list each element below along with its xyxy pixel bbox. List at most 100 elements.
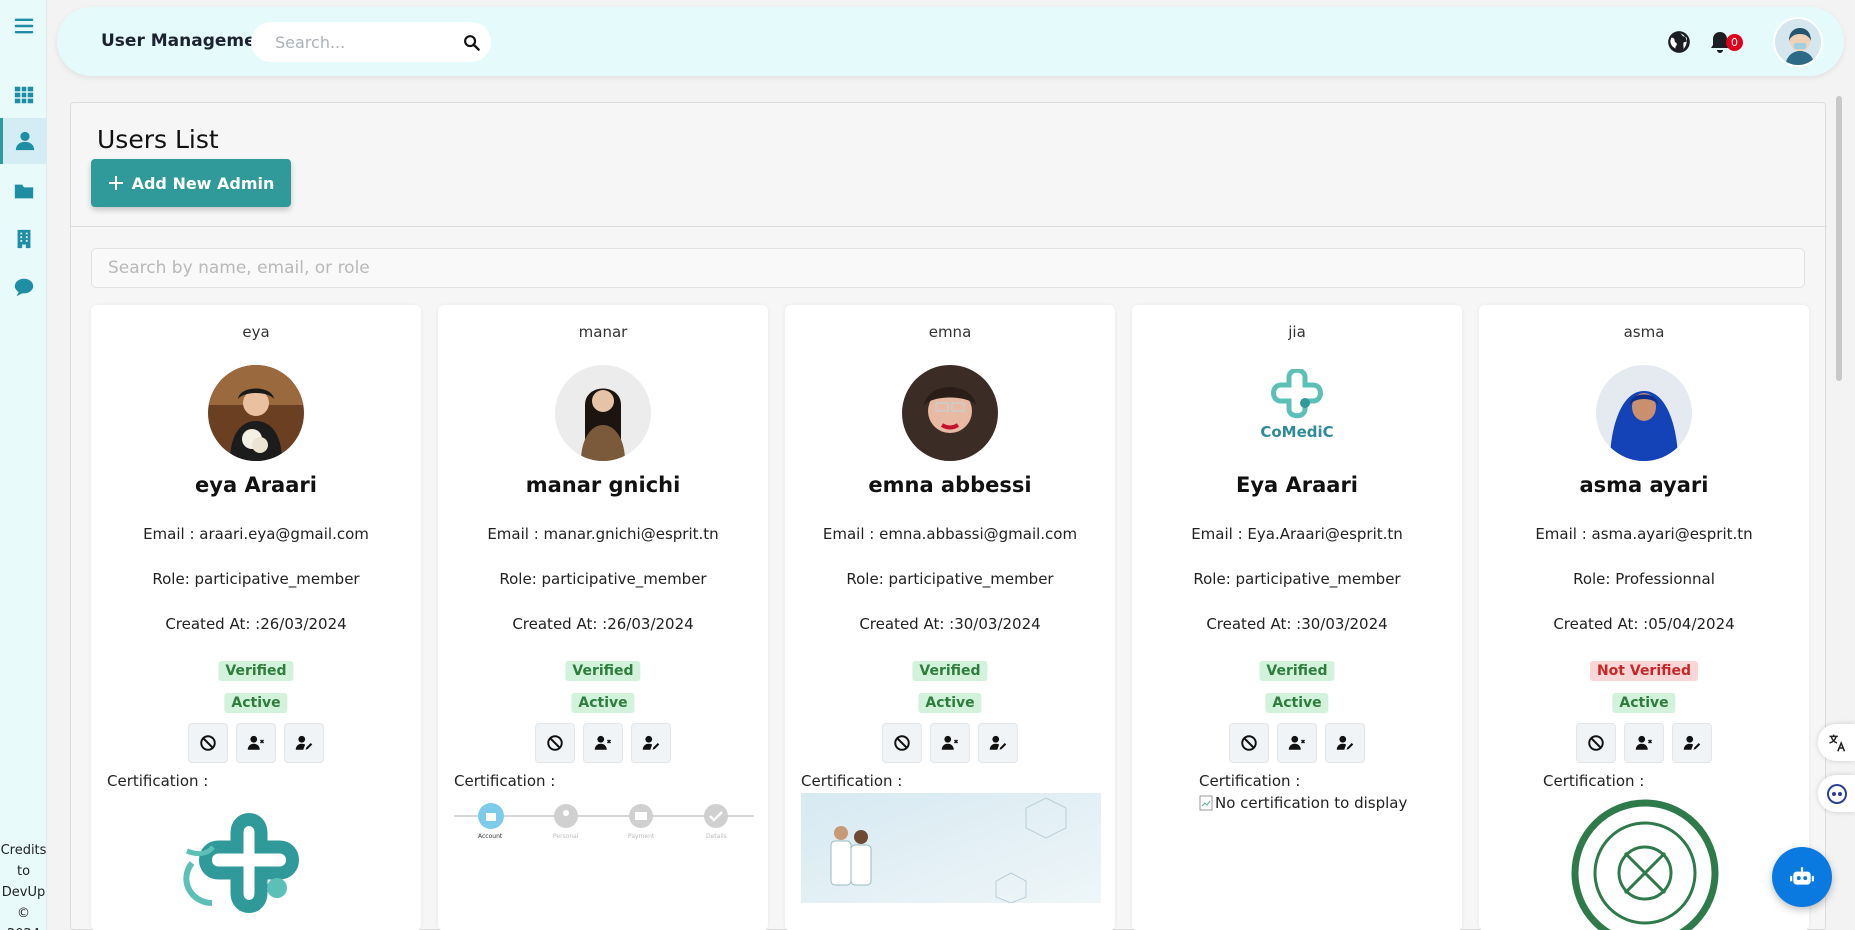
delete-user-button[interactable] bbox=[930, 723, 970, 763]
edit-user-button[interactable] bbox=[1672, 723, 1712, 763]
user-full-name: emna abbessi bbox=[868, 473, 1032, 497]
avatar[interactable] bbox=[1773, 17, 1823, 67]
credits-line: to bbox=[16, 864, 31, 879]
chatbot-face-icon bbox=[1826, 783, 1847, 804]
credits-text: Credits to DevUp © 2024 bbox=[0, 840, 47, 930]
notification-count-badge: 0 bbox=[1726, 34, 1743, 51]
user-card: manar manar gnichi Email : manar.gnichi@… bbox=[438, 305, 768, 930]
sidebar: Credits to DevUp © 2024 bbox=[0, 0, 47, 930]
sidebar-item-files[interactable] bbox=[0, 168, 47, 214]
user-email: Email : araari.eya@gmail.com bbox=[143, 525, 369, 543]
step-label: Payment bbox=[628, 833, 655, 840]
search-input[interactable]: Search... bbox=[251, 22, 491, 62]
search-placeholder: Search... bbox=[275, 32, 346, 52]
user-actions bbox=[91, 723, 421, 763]
user-filter-input[interactable]: Search by name, email, or role bbox=[91, 248, 1805, 288]
search-icon[interactable] bbox=[451, 34, 491, 51]
user-card: asma asma ayari Email : asma.ayari@espri… bbox=[1479, 305, 1809, 930]
user-full-name: Eya Araari bbox=[1235, 473, 1359, 497]
credits-line: DevUp bbox=[1, 885, 46, 900]
user-created-at: Created At: :26/03/2024 bbox=[165, 615, 347, 633]
edit-user-button[interactable] bbox=[978, 723, 1018, 763]
user-full-name: eya Araari bbox=[195, 473, 317, 497]
user-role: Role: Professionnal bbox=[1573, 570, 1715, 588]
user-card: jia CoMediC Eya Araari Email : Eya.Araar… bbox=[1132, 305, 1462, 930]
user-created-at: Created At: :05/04/2024 bbox=[1553, 615, 1735, 633]
divider bbox=[71, 226, 1827, 227]
delete-user-button[interactable] bbox=[583, 723, 623, 763]
verified-badge: Verified bbox=[218, 661, 294, 681]
user-created-at: Created At: :30/03/2024 bbox=[1206, 615, 1388, 633]
hamburger-menu-icon[interactable] bbox=[0, 6, 47, 46]
sidebar-item-messages[interactable] bbox=[0, 264, 47, 310]
folder-icon bbox=[14, 184, 33, 199]
user-role: Role: participative_member bbox=[499, 570, 707, 588]
user-full-name: asma ayari bbox=[1579, 473, 1709, 497]
globe-icon[interactable] bbox=[1666, 29, 1692, 59]
block-user-button[interactable] bbox=[882, 723, 922, 763]
delete-user-button[interactable] bbox=[1624, 723, 1664, 763]
user-filter-placeholder: Search by name, email, or role bbox=[108, 258, 370, 278]
certification-label: Certification : bbox=[801, 772, 903, 790]
user-photo bbox=[902, 365, 998, 461]
verified-badge: Verified bbox=[1259, 661, 1335, 681]
add-new-admin-button[interactable]: Add New Admin bbox=[91, 159, 291, 207]
edit-user-button[interactable] bbox=[284, 723, 324, 763]
page-title: Users List bbox=[97, 125, 219, 154]
verified-badge: Not Verified bbox=[1589, 661, 1699, 681]
ban-icon bbox=[200, 735, 216, 751]
ban-icon bbox=[1588, 735, 1604, 751]
username: eya bbox=[242, 323, 270, 341]
edit-user-button[interactable] bbox=[631, 723, 671, 763]
username: emna bbox=[928, 323, 972, 341]
user-card: eya eya Araari Email : araari.eya@gmail.… bbox=[91, 305, 421, 930]
certification-image bbox=[801, 793, 1101, 930]
user-actions bbox=[1479, 723, 1809, 763]
username: asma bbox=[1623, 323, 1665, 341]
user-email: Email : asma.ayari@esprit.tn bbox=[1535, 525, 1753, 543]
chatbot-button[interactable] bbox=[1772, 847, 1832, 907]
sidebar-item-dashboard[interactable] bbox=[0, 72, 47, 118]
translate-icon bbox=[1828, 734, 1845, 752]
translate-button[interactable] bbox=[1818, 724, 1855, 761]
status-badge: Active bbox=[1265, 693, 1329, 713]
user-remove-icon bbox=[1635, 735, 1653, 750]
user-edit-icon bbox=[642, 735, 660, 750]
user-actions bbox=[785, 723, 1115, 763]
sidebar-item-users[interactable] bbox=[0, 118, 47, 164]
delete-user-button[interactable] bbox=[1277, 723, 1317, 763]
assistant-toggle-button[interactable] bbox=[1818, 775, 1855, 812]
ban-icon bbox=[894, 735, 910, 751]
user-actions bbox=[438, 723, 768, 763]
user-remove-icon bbox=[247, 735, 265, 750]
edit-user-button[interactable] bbox=[1325, 723, 1365, 763]
grid-icon bbox=[14, 86, 33, 104]
user-role: Role: participative_member bbox=[846, 570, 1054, 588]
user-photo bbox=[555, 365, 651, 461]
robot-icon bbox=[1790, 867, 1814, 885]
block-user-button[interactable] bbox=[1576, 723, 1616, 763]
step-label: Details bbox=[706, 833, 727, 840]
block-user-button[interactable] bbox=[1229, 723, 1269, 763]
status-badge: Active bbox=[571, 693, 635, 713]
user-email: Email : Eya.Araari@esprit.tn bbox=[1191, 525, 1403, 543]
user-remove-icon bbox=[1288, 735, 1306, 750]
sidebar-item-organizations[interactable] bbox=[0, 216, 47, 262]
certification-label: Certification : bbox=[1199, 772, 1301, 790]
step-label: Account bbox=[478, 833, 503, 840]
username: jia bbox=[1288, 323, 1306, 341]
block-user-button[interactable] bbox=[188, 723, 228, 763]
certification-image bbox=[107, 793, 407, 930]
top-bar: User Management Search... bbox=[57, 7, 1844, 76]
broken-image-icon bbox=[1199, 795, 1213, 811]
user-edit-icon bbox=[1336, 735, 1354, 750]
user-photo bbox=[1596, 365, 1692, 461]
user-created-at: Created At: :26/03/2024 bbox=[512, 615, 694, 633]
page-scrollbar[interactable] bbox=[1836, 96, 1842, 381]
certification-label: Certification : bbox=[107, 772, 209, 790]
chat-icon bbox=[14, 278, 33, 297]
ban-icon bbox=[547, 735, 563, 751]
block-user-button[interactable] bbox=[535, 723, 575, 763]
user-card: emna emna abbessi Email : emna.abbassi@g… bbox=[785, 305, 1115, 930]
delete-user-button[interactable] bbox=[236, 723, 276, 763]
